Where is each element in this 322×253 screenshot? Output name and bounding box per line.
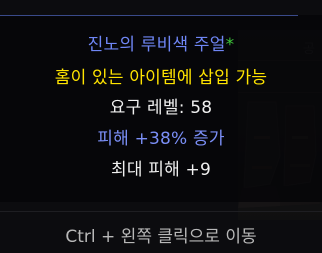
- item-name-line: 진노의 루비색 주얼*: [0, 33, 322, 57]
- item-name-marker: *: [225, 35, 235, 55]
- damage-bonus-stat: 피해 +38% 증가: [97, 129, 225, 149]
- move-hint: Ctrl + 왼쪽 클릭으로 이동: [65, 227, 257, 247]
- item-name: 진노의 루비색 주얼: [87, 35, 226, 55]
- socket-note: 홈이 있는 아이템에 삽입 가능: [54, 68, 268, 88]
- tooltip-border: [0, 15, 298, 16]
- footer-divider: [0, 211, 322, 212]
- max-damage-stat: 최대 피해 +9: [110, 160, 212, 180]
- required-level: 요구 레벨: 58: [109, 98, 213, 118]
- game-screen: 공 진노의 루비색 주얼* 홈이 있는 아이템에 삽입 가능 요구 레벨: 58…: [0, 0, 322, 253]
- item-tooltip: 진노의 루비색 주얼* 홈이 있는 아이템에 삽입 가능 요구 레벨: 58 피…: [0, 15, 322, 202]
